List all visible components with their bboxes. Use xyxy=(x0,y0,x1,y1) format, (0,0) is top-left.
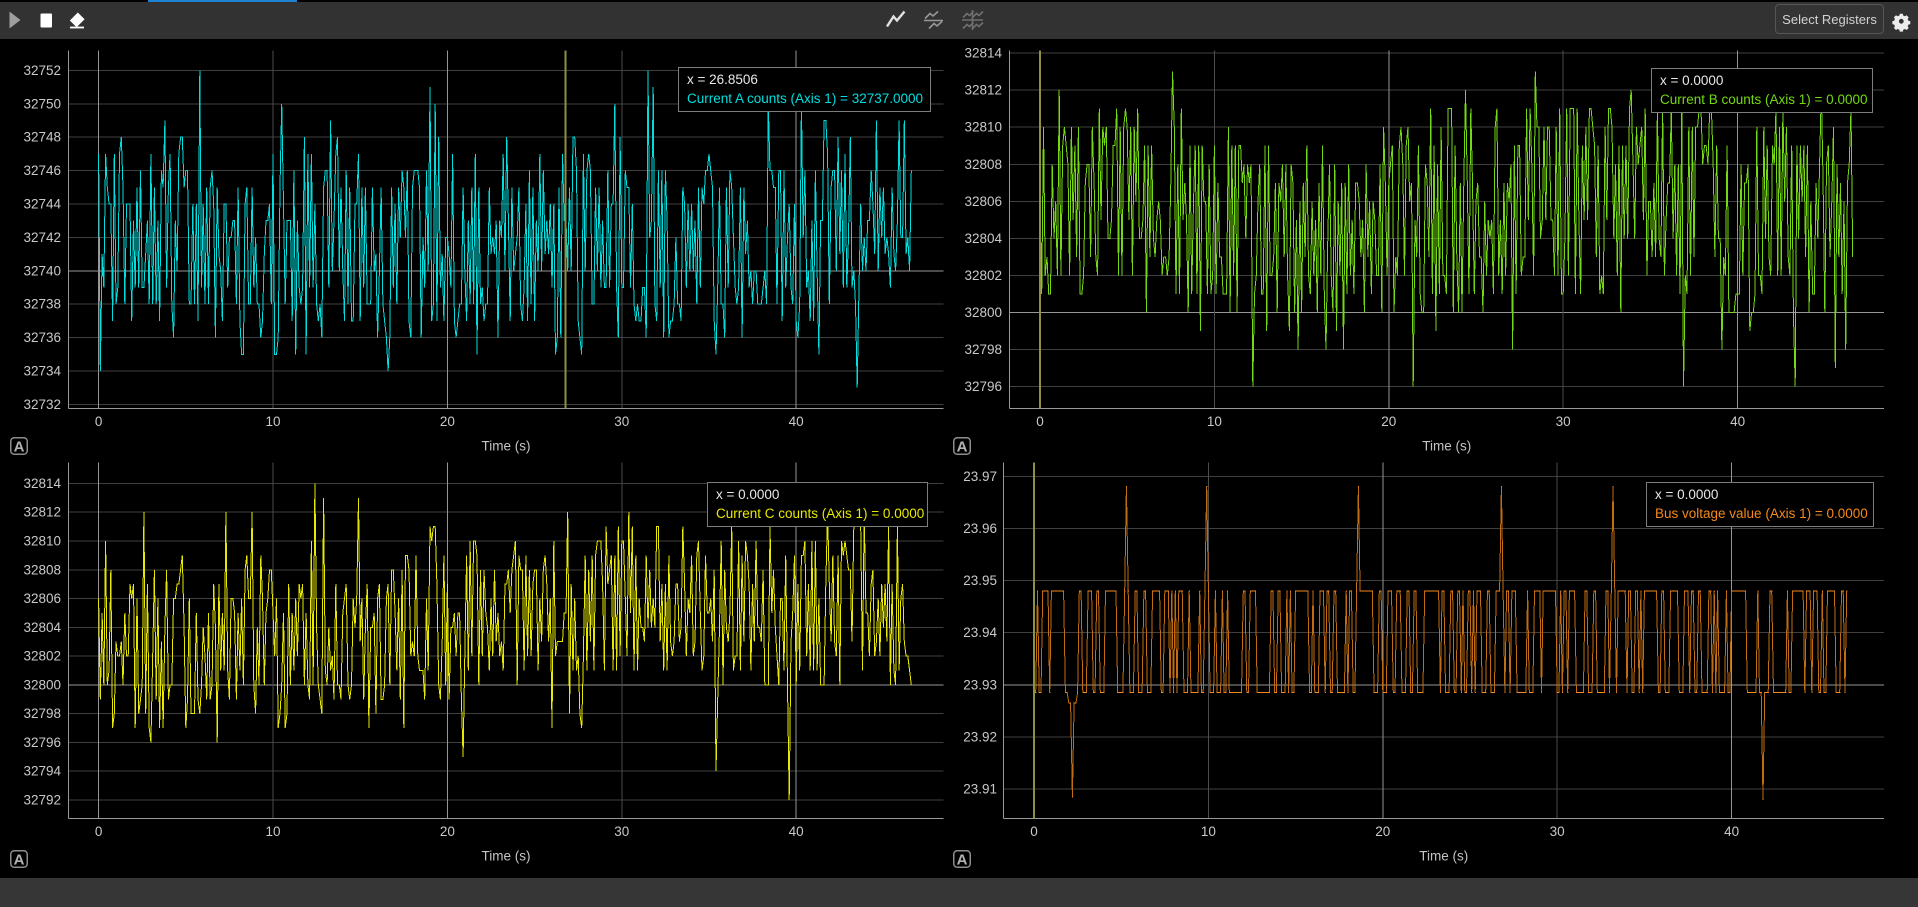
svg-text:32744: 32744 xyxy=(23,197,61,212)
svg-text:32740: 32740 xyxy=(23,263,61,278)
svg-text:0: 0 xyxy=(95,414,103,429)
svg-text:32800: 32800 xyxy=(23,677,61,692)
svg-text:32750: 32750 xyxy=(23,96,61,111)
svg-text:A: A xyxy=(14,852,25,869)
svg-text:30: 30 xyxy=(614,824,629,839)
svg-text:23.93: 23.93 xyxy=(963,677,997,692)
svg-text:32796: 32796 xyxy=(23,735,61,750)
svg-text:32808: 32808 xyxy=(23,562,61,577)
svg-text:40: 40 xyxy=(789,414,804,429)
svg-text:10: 10 xyxy=(1207,414,1222,429)
svg-text:32800: 32800 xyxy=(964,305,1002,320)
svg-text:32812: 32812 xyxy=(23,505,61,520)
svg-text:23.92: 23.92 xyxy=(963,730,997,745)
svg-text:32738: 32738 xyxy=(23,297,61,312)
svg-text:20: 20 xyxy=(1381,414,1396,429)
svg-text:32802: 32802 xyxy=(23,649,61,664)
svg-text:20: 20 xyxy=(1375,824,1390,839)
svg-text:32798: 32798 xyxy=(23,706,61,721)
svg-text:23.97: 23.97 xyxy=(963,469,997,484)
svg-text:32736: 32736 xyxy=(23,330,61,345)
svg-text:A: A xyxy=(957,439,968,456)
svg-text:Time (s): Time (s) xyxy=(1422,439,1471,454)
svg-text:30: 30 xyxy=(614,414,629,429)
svg-text:23.95: 23.95 xyxy=(963,573,997,588)
svg-text:Time (s): Time (s) xyxy=(482,439,531,454)
svg-text:A: A xyxy=(957,852,968,869)
svg-text:32794: 32794 xyxy=(23,764,61,779)
svg-text:32810: 32810 xyxy=(23,534,61,549)
svg-text:23.96: 23.96 xyxy=(963,521,997,536)
svg-text:32810: 32810 xyxy=(964,120,1002,135)
svg-text:32796: 32796 xyxy=(964,379,1002,394)
svg-text:Time (s): Time (s) xyxy=(482,849,531,864)
svg-text:32804: 32804 xyxy=(964,231,1002,246)
svg-text:Time (s): Time (s) xyxy=(1419,849,1468,864)
svg-text:32812: 32812 xyxy=(964,83,1002,98)
svg-text:10: 10 xyxy=(1201,824,1216,839)
svg-text:32746: 32746 xyxy=(23,163,61,178)
svg-text:30: 30 xyxy=(1550,824,1565,839)
svg-text:40: 40 xyxy=(789,824,804,839)
svg-text:40: 40 xyxy=(1724,824,1739,839)
svg-text:32734: 32734 xyxy=(23,364,61,379)
svg-text:30: 30 xyxy=(1556,414,1571,429)
svg-text:32804: 32804 xyxy=(23,620,61,635)
svg-text:32814: 32814 xyxy=(964,46,1002,61)
svg-text:32806: 32806 xyxy=(23,591,61,606)
svg-text:32802: 32802 xyxy=(964,268,1002,283)
svg-text:20: 20 xyxy=(440,414,455,429)
svg-text:32808: 32808 xyxy=(964,157,1002,172)
svg-text:32798: 32798 xyxy=(964,342,1002,357)
svg-text:40: 40 xyxy=(1730,414,1745,429)
svg-text:32742: 32742 xyxy=(23,230,61,245)
svg-text:A: A xyxy=(14,439,25,456)
svg-text:32806: 32806 xyxy=(964,194,1002,209)
svg-text:32748: 32748 xyxy=(23,130,61,145)
svg-text:20: 20 xyxy=(440,824,455,839)
svg-text:23.94: 23.94 xyxy=(963,625,997,640)
svg-text:32792: 32792 xyxy=(23,793,61,808)
svg-text:0: 0 xyxy=(1036,414,1044,429)
svg-text:10: 10 xyxy=(265,414,280,429)
svg-text:32732: 32732 xyxy=(23,397,61,412)
svg-text:10: 10 xyxy=(265,824,280,839)
svg-text:23.91: 23.91 xyxy=(963,782,997,797)
svg-text:0: 0 xyxy=(1030,824,1038,839)
svg-text:0: 0 xyxy=(95,824,103,839)
svg-text:32752: 32752 xyxy=(23,63,61,78)
svg-text:32814: 32814 xyxy=(23,476,61,491)
